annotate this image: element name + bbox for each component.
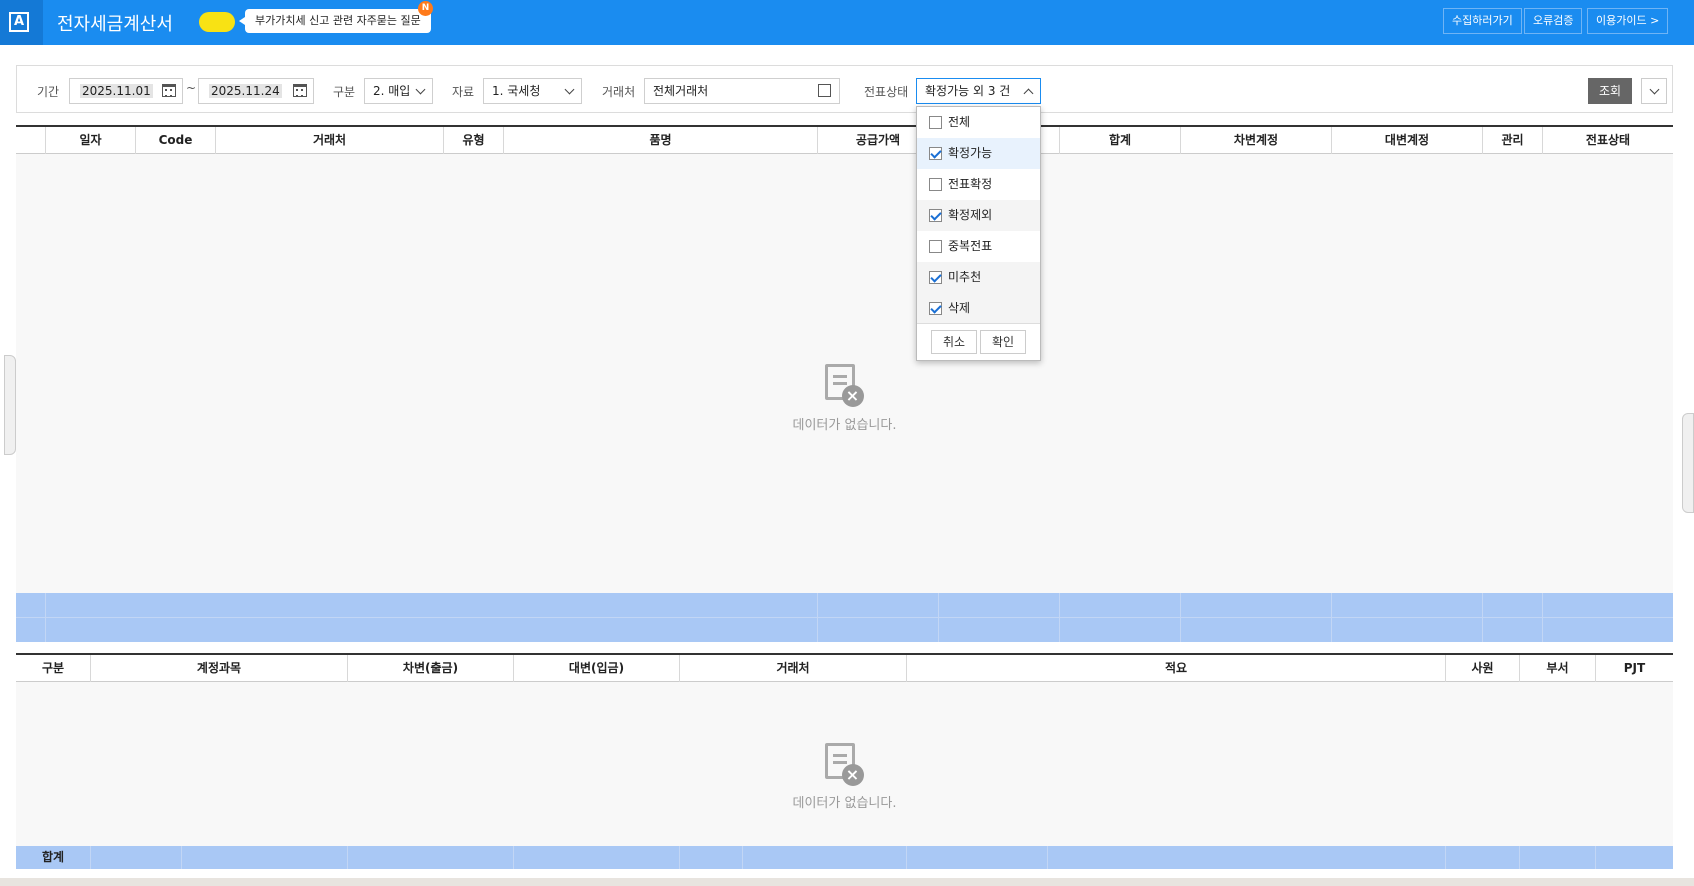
date-to-input[interactable]: 2025.11.24 <box>198 78 314 104</box>
column-header-status[interactable]: 전표상태 <box>1542 127 1673 154</box>
summary-rows <box>16 593 1673 642</box>
column-header-debit-account[interactable]: 차변계정 <box>1180 127 1331 154</box>
column-header-division[interactable]: 구분 <box>16 655 90 682</box>
bottom-strip <box>0 878 1694 886</box>
type-label: 구분 <box>333 85 356 99</box>
column-header-manage[interactable]: 관리 <box>1482 127 1542 154</box>
checkbox[interactable] <box>929 209 942 222</box>
search-button[interactable]: 조회 <box>1588 78 1632 104</box>
status-select[interactable]: 확정가능 외 3 건 <box>916 78 1041 104</box>
status-option-all[interactable]: 전체 <box>917 107 1040 138</box>
confirm-button[interactable]: 확인 <box>980 330 1026 354</box>
journal-table-header: 구분 계정과목 차변(출금) 대변(입금) 거래처 적요 사원 부서 PJT <box>16 655 1673 682</box>
status-option-duplicate[interactable]: 중복전표 <box>917 231 1040 262</box>
column-header-pjt[interactable]: PJT <box>1595 655 1673 682</box>
calendar-icon[interactable] <box>162 84 176 97</box>
status-option-deleted[interactable]: 삭제 <box>917 293 1040 324</box>
status-option-confirmed[interactable]: 전표확정 <box>917 169 1040 200</box>
checkbox[interactable] <box>929 271 942 284</box>
invoice-table: 일자 Code 거래처 유형 품명 공급가액 합계 차변계정 대변계정 관리 전… <box>16 125 1673 642</box>
total-label: 합계 <box>41 850 65 864</box>
checkbox[interactable] <box>929 178 942 191</box>
chevron-up-icon <box>1023 88 1034 99</box>
chevron-down-icon <box>1649 84 1660 95</box>
empty-message: 데이터가 없습니다. <box>792 418 897 433</box>
collect-button[interactable]: 수집하러가기 <box>1443 8 1522 34</box>
column-header-partner[interactable]: 거래처 <box>679 655 906 682</box>
page-title: 전자세금계산서 <box>57 14 173 35</box>
period-label: 기간 <box>37 85 60 99</box>
type-select[interactable]: 2. 매입 <box>364 78 433 104</box>
invoice-table-header: 일자 Code 거래처 유형 품명 공급가액 합계 차변계정 대변계정 관리 전… <box>16 127 1673 154</box>
partner-label: 거래처 <box>602 85 636 99</box>
total-row: 합계 <box>16 846 1673 869</box>
more-options-button[interactable] <box>1641 78 1667 104</box>
partner-lookup-icon[interactable] <box>818 84 831 97</box>
status-option-confirmable[interactable]: 확정가능 <box>917 138 1040 169</box>
no-data-icon: × <box>824 743 864 786</box>
status-option-excluded[interactable]: 확정제외 <box>917 200 1040 231</box>
journal-table: 구분 계정과목 차변(출금) 대변(입금) 거래처 적요 사원 부서 PJT ×… <box>16 653 1673 869</box>
column-header-partner[interactable]: 거래처 <box>215 127 443 154</box>
column-header-type[interactable]: 유형 <box>443 127 503 154</box>
checkbox[interactable] <box>929 147 942 160</box>
calendar-icon[interactable] <box>293 84 307 97</box>
status-dropdown: 전체 확정가능 전표확정 확정제외 중복전표 미추천 삭제 취소 확인 <box>916 106 1041 361</box>
status-label: 전표상태 <box>864 85 909 99</box>
left-panel-toggle[interactable] <box>4 355 16 455</box>
checkbox[interactable] <box>929 302 942 315</box>
column-header-department[interactable]: 부서 <box>1519 655 1595 682</box>
toggle-switch[interactable] <box>199 12 235 32</box>
chevron-down-icon <box>415 84 426 95</box>
column-header-credit-account[interactable]: 대변계정 <box>1331 127 1482 154</box>
right-panel-toggle[interactable] <box>1682 413 1694 513</box>
cancel-button[interactable]: 취소 <box>931 330 977 354</box>
empty-message: 데이터가 없습니다. <box>792 796 897 811</box>
new-badge: N <box>418 1 433 16</box>
source-label: 자료 <box>452 85 475 99</box>
source-select[interactable]: 1. 국세청 <box>483 78 582 104</box>
column-header-debit[interactable]: 차변(출금) <box>347 655 513 682</box>
status-option-not-recommended[interactable]: 미추천 <box>917 262 1040 293</box>
faq-link[interactable]: 부가가치세 신고 관련 자주묻는 질문 <box>239 9 431 33</box>
column-header-item[interactable]: 품명 <box>503 127 817 154</box>
column-header-code[interactable]: Code <box>135 127 215 154</box>
column-header-memo[interactable]: 적요 <box>906 655 1445 682</box>
date-from-input[interactable]: 2025.11.01 <box>69 78 183 104</box>
date-separator: ~ <box>186 81 197 95</box>
column-header-account[interactable]: 계정과목 <box>90 655 347 682</box>
partner-input[interactable]: 전체거래처 <box>644 78 840 104</box>
app-logo[interactable]: A <box>0 0 43 45</box>
checkbox[interactable] <box>929 116 942 129</box>
column-header-employee[interactable]: 사원 <box>1445 655 1519 682</box>
column-header-date[interactable]: 일자 <box>45 127 135 154</box>
no-data-icon: × <box>824 364 864 407</box>
column-header-credit[interactable]: 대변(입금) <box>513 655 679 682</box>
user-guide-button[interactable]: 이용가이드 > <box>1587 8 1669 34</box>
checkbox[interactable] <box>929 240 942 253</box>
app-header: A 전자세금계산서 부가가치세 신고 관련 자주묻는 질문 N 수집하러가기 오… <box>0 0 1694 45</box>
column-header-select[interactable] <box>16 127 45 154</box>
logo-icon: A <box>9 12 29 32</box>
column-header-total[interactable]: 합계 <box>1059 127 1180 154</box>
chevron-down-icon <box>564 84 575 95</box>
filter-bar: 기간 2025.11.01 ~ 2025.11.24 구분 2. 매입 자료 1… <box>16 65 1673 113</box>
error-check-button[interactable]: 오류검증 <box>1524 8 1583 34</box>
